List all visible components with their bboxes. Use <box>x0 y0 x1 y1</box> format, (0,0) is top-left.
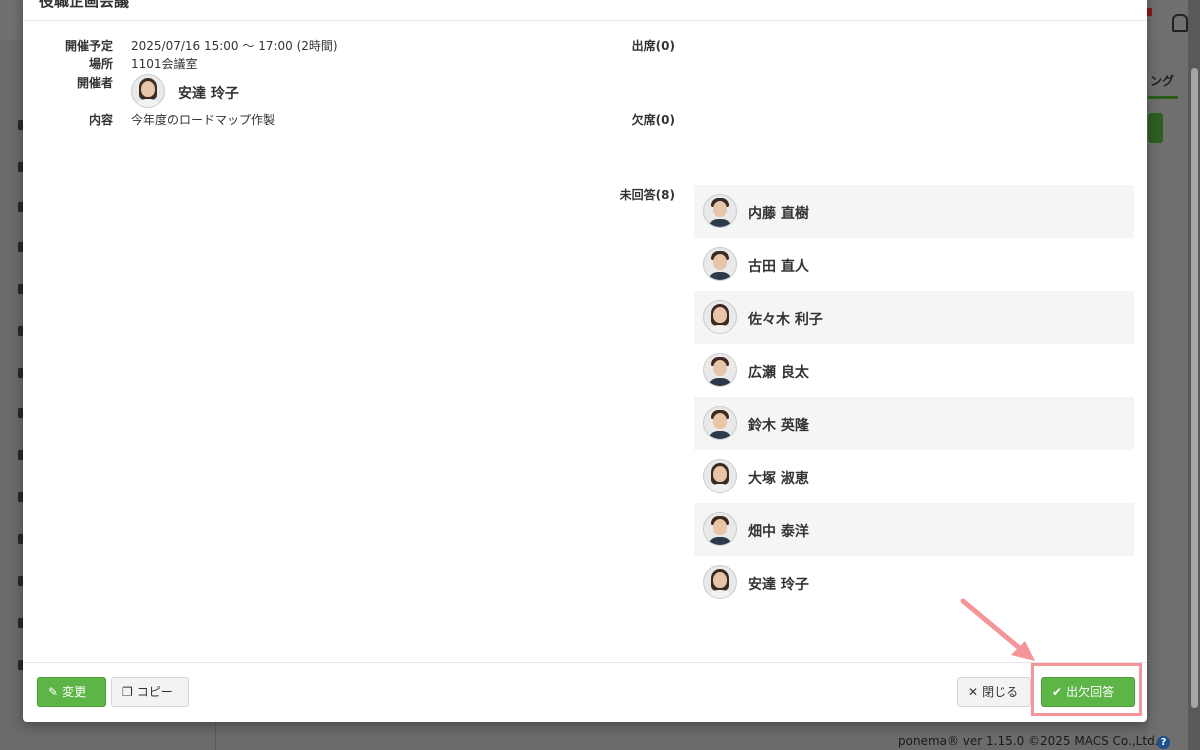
list-item: 大塚 淑恵 <box>694 450 1134 503</box>
avatar <box>703 459 737 493</box>
absent-label: 欠席(0) <box>631 113 675 127</box>
background-right-panel <box>1148 40 1188 750</box>
unanswered-list: 内藤 直樹古田 直人佐々木 利子 広瀬 良太鈴木 英隆大塚 淑恵畑中 泰洋安達 玲… <box>694 185 1134 609</box>
member-name: 古田 直人 <box>748 259 809 275</box>
background-green-button <box>1148 113 1163 143</box>
copy-button[interactable]: ❐ コピー <box>111 677 189 707</box>
modal-footer: ✎ 変更 ❐ コピー ✕ 閉じる ✔ 出欠回答 <box>23 662 1147 723</box>
list-item: 畑中 泰洋 <box>694 503 1134 556</box>
avatar <box>703 353 737 387</box>
member-name: 安達 玲子 <box>748 577 809 593</box>
avatar <box>703 300 737 334</box>
pointer-arrow-icon <box>960 598 1035 661</box>
avatar <box>703 406 737 440</box>
member-name: 鈴木 英隆 <box>748 418 809 434</box>
background-tab: ング <box>1150 74 1175 88</box>
list-item: 安達 玲子 <box>694 556 1134 609</box>
page-scrollbar[interactable] <box>1188 0 1200 750</box>
copy-button-label: コピー <box>136 685 173 699</box>
help-icon: ? <box>1157 736 1170 749</box>
edit-icon: ✎ <box>48 685 59 699</box>
avatar <box>703 247 737 281</box>
bell-icon <box>1172 14 1188 32</box>
modal-title: 役職企画会議 <box>39 0 130 10</box>
member-name: 大塚 淑恵 <box>748 471 809 487</box>
content-value: 今年度のロードマップ作製 <box>131 113 276 127</box>
background-tab-underline <box>1148 96 1178 99</box>
place-label: 場所 <box>88 57 113 71</box>
footer-copyright: ponema® ver 1.15.0 ©2025 MACS Co.,Ltd. <box>898 734 1159 748</box>
close-button[interactable]: ✕ 閉じる <box>957 677 1031 707</box>
unanswered-label: 未回答(8) <box>619 188 675 202</box>
content-label: 内容 <box>88 113 113 127</box>
member-name: 畑中 泰洋 <box>748 524 809 540</box>
place-value: 1101会議室 <box>131 57 198 71</box>
close-button-label: 閉じる <box>982 685 1019 699</box>
avatar <box>131 74 165 108</box>
schedule-label: 開催予定 <box>64 39 113 53</box>
organizer-label: 開催者 <box>76 76 113 90</box>
list-item: 鈴木 英隆 <box>694 397 1134 450</box>
highlight-box <box>1031 663 1142 716</box>
member-name: 広瀬 良太 <box>748 365 809 381</box>
member-name: 佐々木 利子 <box>748 312 823 328</box>
avatar <box>703 194 737 228</box>
modal-header: 役職企画会議 <box>23 0 1147 21</box>
list-item: 広瀬 良太 <box>694 344 1134 397</box>
scrollbar-thumb[interactable] <box>1191 68 1198 708</box>
present-label: 出席(0) <box>631 39 675 53</box>
schedule-value: 2025/07/16 15:00 〜 17:00 (2時間) <box>131 39 338 53</box>
list-item: 古田 直人 <box>694 238 1134 291</box>
member-name: 内藤 直樹 <box>748 206 809 222</box>
list-item: 佐々木 利子 <box>694 291 1134 344</box>
close-icon: ✕ <box>968 685 979 699</box>
copy-icon: ❐ <box>122 685 133 699</box>
list-item: 内藤 直樹 <box>694 185 1134 238</box>
edit-button-label: 変更 <box>62 685 87 699</box>
organizer-name: 安達 玲子 <box>178 86 239 102</box>
avatar <box>703 565 737 599</box>
edit-button[interactable]: ✎ 変更 <box>37 677 106 707</box>
avatar <box>703 512 737 546</box>
